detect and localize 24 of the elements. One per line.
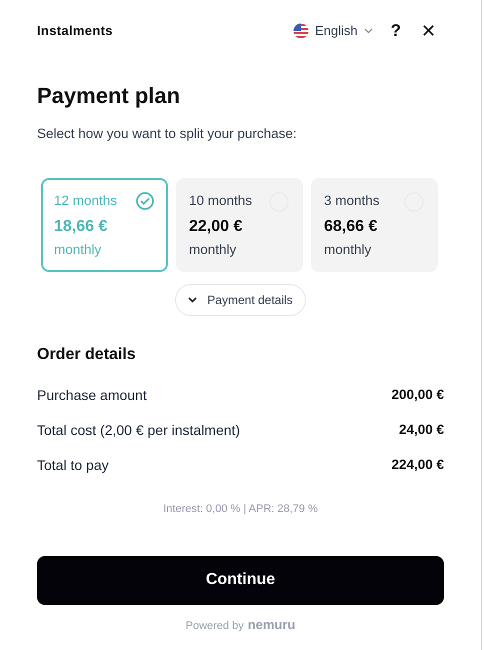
check-circle-icon [136, 192, 154, 210]
payment-details-toggle[interactable]: Payment details [175, 284, 306, 316]
page-heading: Payment plan [37, 82, 182, 110]
language-selector[interactable]: English [292, 21, 373, 41]
row-value: 200,00 € [391, 386, 444, 404]
chevron-down-icon [188, 297, 198, 304]
flag-icon [292, 23, 309, 39]
row-value: 24,00 € [398, 421, 444, 440]
rates-text: Interest: 0,00 % | APR: 28,79 % [162, 502, 319, 518]
close-button[interactable]: ✕ [421, 18, 436, 44]
continue-button[interactable]: Continue [37, 556, 444, 605]
row-label: Purchase amount [37, 386, 147, 405]
plan-option[interactable]: 3 months 68,66 € monthly [311, 178, 438, 272]
row-label: Total cost (2,00 € per instalment) [37, 420, 240, 440]
section-heading: Order details [37, 345, 137, 366]
brand-logo: nemuru [248, 616, 296, 634]
powered-by-text: Powered by [186, 618, 244, 634]
instructions-text: Select how you want to split your purchase: [37, 125, 298, 143]
row-label: Total to pay [37, 456, 109, 475]
app-title: Instalments [37, 22, 113, 40]
chevron-down-icon [364, 28, 373, 34]
row-value: 224,00 € [391, 456, 444, 474]
plan-option[interactable]: 10 months 22,00 € monthly [176, 178, 303, 272]
help-button[interactable]: ? [390, 18, 401, 44]
